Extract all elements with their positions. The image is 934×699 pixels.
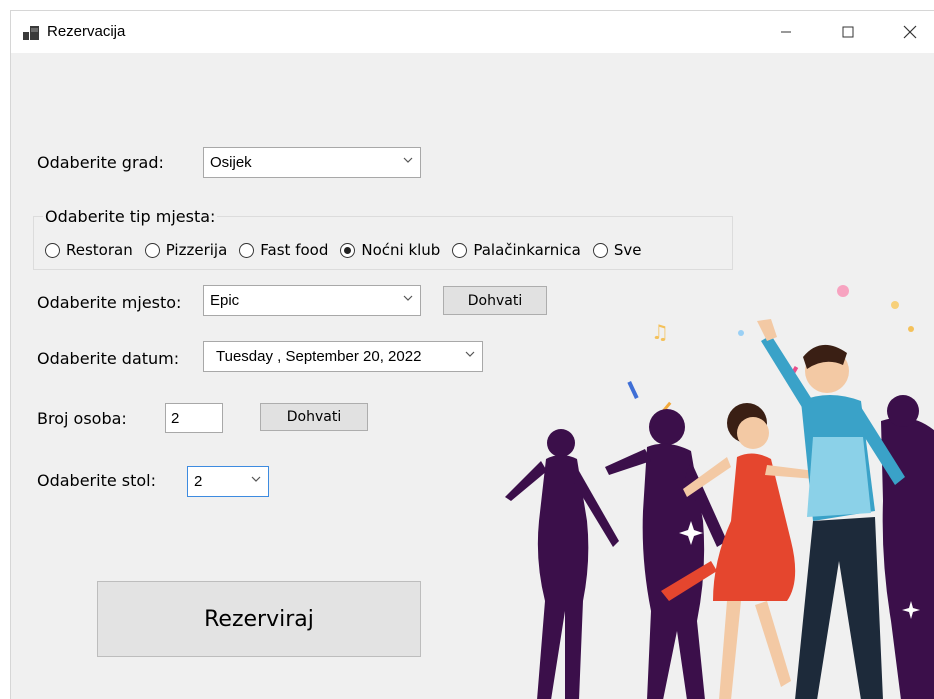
button-label: Dohvati [286, 409, 342, 425]
minimize-button[interactable] [763, 11, 809, 53]
radio-label: Noćni klub [361, 241, 441, 259]
datum-value: Tuesday , September 20, 2022 [216, 348, 422, 365]
button-label: Rezerviraj [204, 606, 314, 632]
radio-circle-icon [592, 242, 608, 258]
mjesto-value: Epic [210, 292, 240, 309]
radio-nocni-klub[interactable]: Noćni klub [340, 241, 440, 259]
rezerviraj-button[interactable]: Rezerviraj [97, 581, 421, 657]
osobe-input[interactable]: 2 [165, 403, 223, 433]
stol-combobox[interactable]: 2 [187, 466, 269, 497]
grad-label: Odaberite grad: [37, 153, 164, 172]
app-icon [23, 26, 39, 40]
dohvati-osobe-button[interactable]: Dohvati [260, 403, 368, 431]
chevron-down-icon [403, 295, 413, 301]
close-button[interactable] [887, 11, 933, 53]
mjesto-label: Odaberite mjesto: [37, 293, 182, 312]
maximize-icon [842, 26, 854, 38]
radio-circle-icon [45, 242, 60, 258]
radio-fast-food[interactable]: Fast food [239, 241, 328, 259]
radio-circle-icon [452, 242, 468, 258]
datum-picker[interactable]: Tuesday , September 20, 2022 [203, 341, 483, 372]
title-bar: Rezervacija [11, 11, 934, 53]
radio-label: Sve [613, 241, 642, 259]
window-title: Rezervacija [47, 23, 126, 40]
osobe-value: 2 [171, 410, 180, 427]
party-illustration: ♫ [505, 285, 934, 699]
radio-selected-icon [340, 242, 356, 258]
radio-sve[interactable]: Sve [592, 241, 642, 259]
radio-label: Pizzerija [165, 241, 228, 259]
tip-mjesta-options: Restoran Pizzerija Fast food Noćni klub … [45, 241, 653, 259]
tip-mjesta-label: Odaberite tip mjesta: [43, 207, 218, 226]
minimize-icon [781, 31, 791, 33]
radio-label: Restoran [66, 241, 133, 259]
datum-label: Odaberite datum: [37, 349, 180, 368]
chevron-down-icon [251, 476, 261, 482]
radio-palacinkarnica[interactable]: Palačinkarnica [452, 241, 581, 259]
chevron-down-icon [403, 157, 413, 163]
radio-label: Palačinkarnica [473, 241, 581, 259]
radio-circle-icon [239, 242, 255, 258]
reservation-window: Rezervacija Odaberite grad: Osijek Odabe… [10, 10, 934, 699]
stol-label: Odaberite stol: [37, 471, 157, 490]
svg-text:♫: ♫ [651, 320, 669, 344]
mjesto-combobox[interactable]: Epic [203, 285, 421, 316]
grad-combobox[interactable]: Osijek [203, 147, 421, 178]
radio-label: Fast food [260, 241, 329, 259]
maximize-button[interactable] [825, 11, 871, 53]
grad-value: Osijek [210, 154, 252, 171]
close-icon [903, 25, 917, 39]
radio-circle-icon [144, 242, 160, 258]
osobe-label: Broj osoba: [37, 409, 127, 428]
stol-value: 2 [194, 473, 203, 490]
radio-restoran[interactable]: Restoran [45, 241, 133, 259]
radio-pizzerija[interactable]: Pizzerija [144, 241, 228, 259]
chevron-down-icon [465, 351, 475, 357]
